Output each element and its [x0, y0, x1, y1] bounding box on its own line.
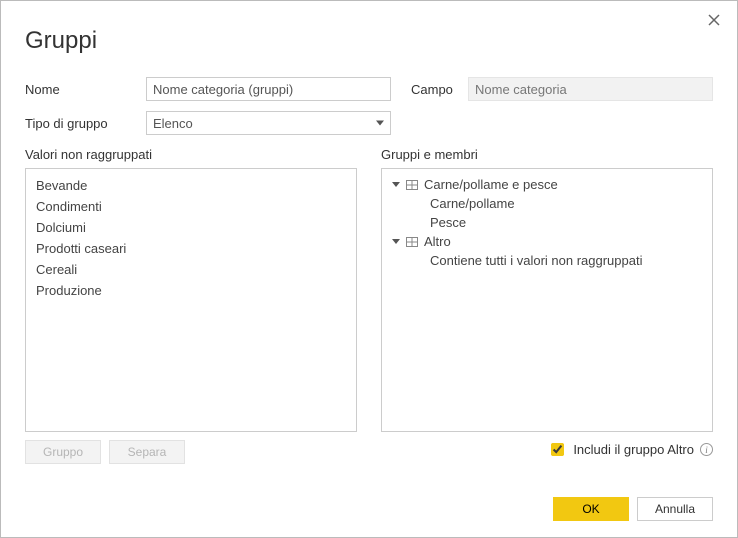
- tree-child-node[interactable]: Carne/pollame: [430, 194, 702, 213]
- field-label: Campo: [397, 82, 462, 97]
- tree-child-node[interactable]: Pesce: [430, 213, 702, 232]
- groups-treebox[interactable]: Carne/pollame e pesce Carne/pollamePesce A…: [381, 168, 713, 432]
- tree-group-node[interactable]: Carne/pollame e pesce: [392, 175, 702, 194]
- group-button[interactable]: Gruppo: [25, 440, 101, 464]
- ungrouped-listbox[interactable]: BevandeCondimentiDolciumiProdotti casear…: [25, 168, 357, 432]
- list-item[interactable]: Bevande: [36, 175, 346, 196]
- list-item[interactable]: Condimenti: [36, 196, 346, 217]
- list-item[interactable]: Prodotti caseari: [36, 238, 346, 259]
- expand-icon: [392, 239, 400, 244]
- close-button[interactable]: [705, 11, 723, 29]
- group-type-value: Elenco: [153, 116, 193, 131]
- info-icon[interactable]: i: [700, 443, 713, 456]
- list-item[interactable]: Cereali: [36, 259, 346, 280]
- ok-button[interactable]: OK: [553, 497, 629, 521]
- dialog-title: Gruppi: [25, 27, 713, 55]
- group-name-label: Altro: [424, 234, 451, 249]
- list-item[interactable]: Dolciumi: [36, 217, 346, 238]
- include-other-checkbox[interactable]: [551, 443, 564, 456]
- include-other-label: Includi il gruppo Altro: [573, 442, 694, 457]
- group-type-label: Tipo di gruppo: [25, 116, 140, 131]
- group-type-select[interactable]: Elenco: [146, 111, 391, 135]
- close-icon: [708, 14, 720, 26]
- tree-group-node[interactable]: Altro: [392, 232, 702, 251]
- groups-dialog: Gruppi Nome Campo Nome categoria Tipo di…: [0, 0, 738, 538]
- name-label: Nome: [25, 82, 140, 97]
- field-value: Nome categoria: [468, 77, 713, 101]
- group-icon: [406, 180, 418, 190]
- expand-icon: [392, 182, 400, 187]
- group-name-label: Carne/pollame e pesce: [424, 177, 558, 192]
- chevron-down-icon: [376, 121, 384, 126]
- tree-child-node[interactable]: Contiene tutti i valori non raggruppati: [430, 251, 702, 270]
- groups-header: Gruppi e membri: [381, 147, 713, 162]
- cancel-button[interactable]: Annulla: [637, 497, 713, 521]
- name-input[interactable]: [146, 77, 391, 101]
- ungroup-button[interactable]: Separa: [109, 440, 185, 464]
- ungrouped-header: Valori non raggruppati: [25, 147, 357, 162]
- list-item[interactable]: Produzione: [36, 280, 346, 301]
- group-icon: [406, 237, 418, 247]
